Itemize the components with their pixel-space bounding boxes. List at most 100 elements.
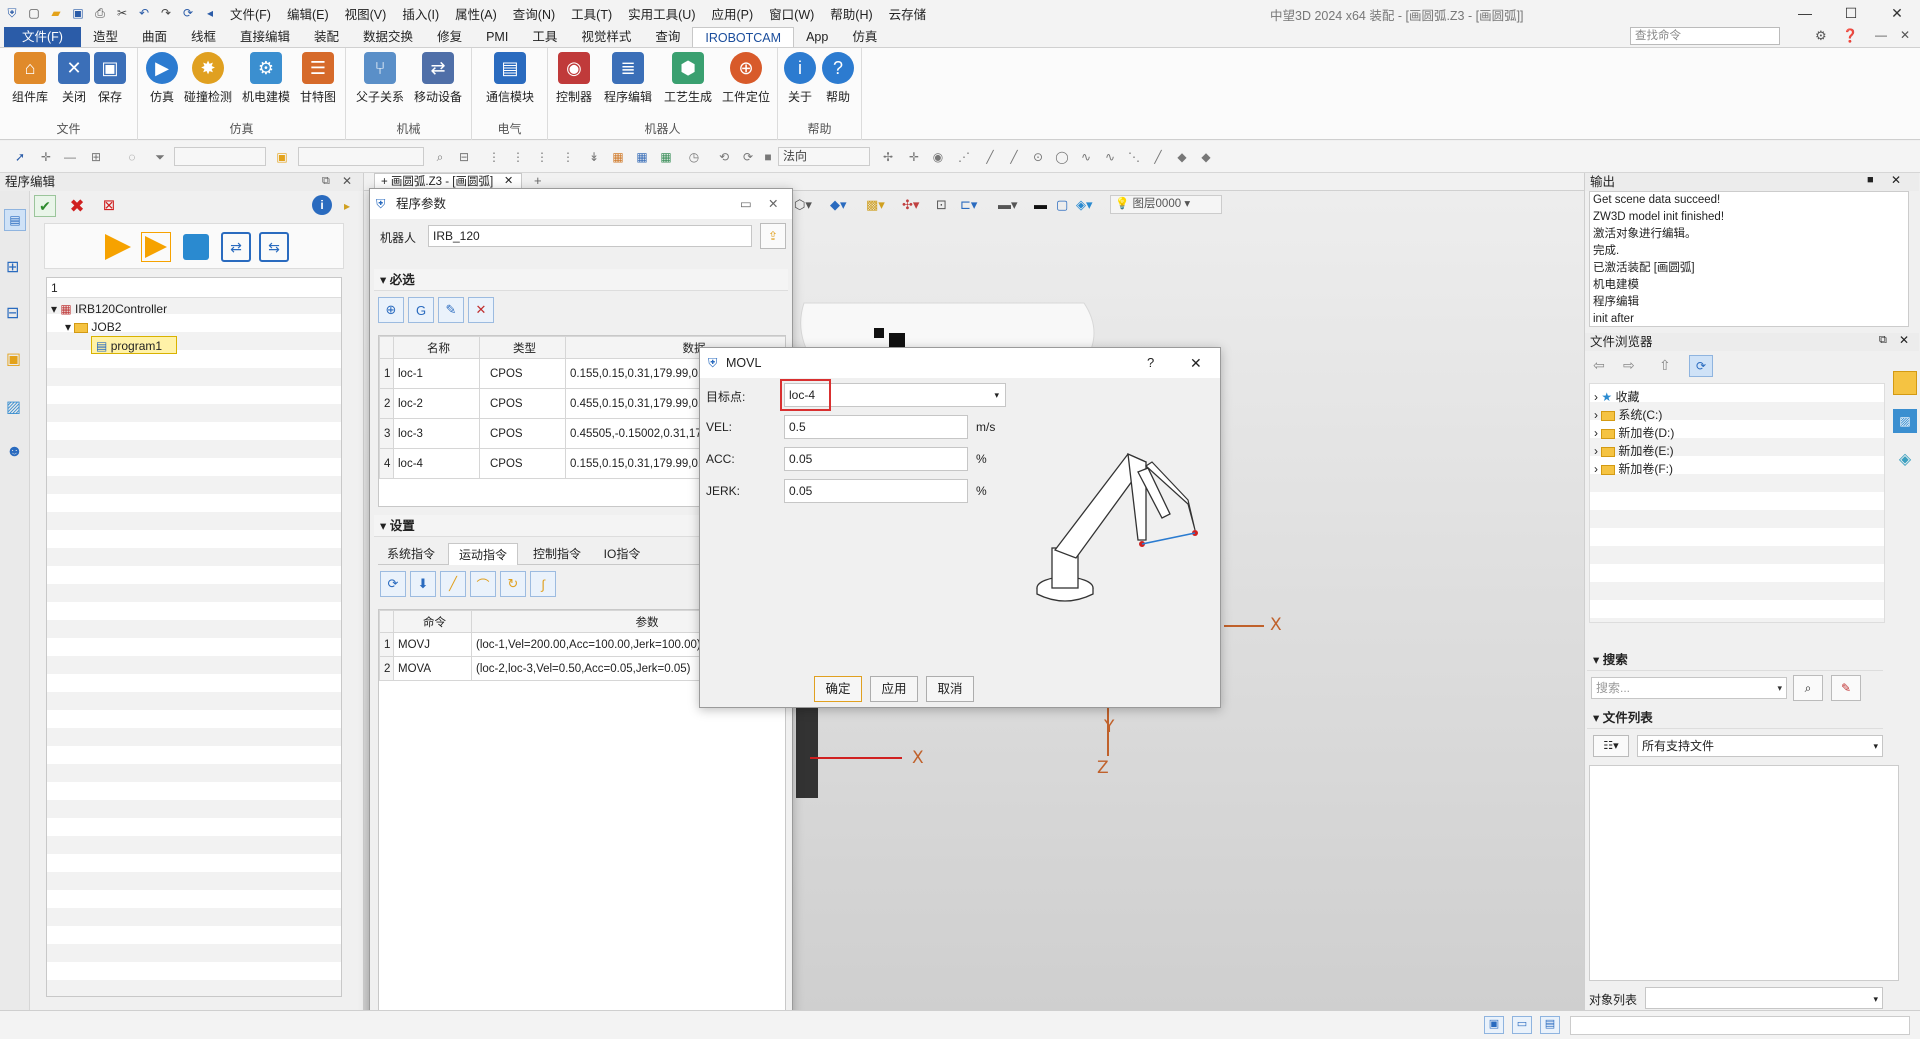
direction-combo[interactable]: 法向 (778, 147, 870, 166)
ribbon-tab[interactable]: 数据交换 (351, 27, 425, 47)
collision-detect-button[interactable]: ✸ 碰撞检测 (180, 52, 236, 105)
drive-item[interactable]: › 系统(C:) (1594, 406, 1662, 424)
export-icon[interactable]: ▸ (340, 195, 354, 217)
nav-refresh-icon[interactable]: ⟳ (1689, 355, 1713, 377)
close-icon[interactable]: ✕ (1874, 0, 1920, 26)
ribbon-tab[interactable]: 文件(F) (4, 27, 81, 47)
help-icon[interactable]: ❓ (1842, 28, 1858, 44)
tool-icon-15[interactable]: ⋰ (956, 149, 972, 165)
stop-run-icon[interactable] (183, 234, 209, 260)
undo-icon[interactable]: ↶ (134, 3, 154, 23)
refresh-icon[interactable]: ⟳ (178, 3, 198, 23)
tool-icon-22[interactable]: ⋱ (1126, 149, 1142, 165)
expand-arrow-icon[interactable]: › (1594, 426, 1601, 440)
nav-back-icon[interactable]: ⇦ (1593, 357, 1605, 374)
expand-arrow-icon[interactable]: › (1594, 408, 1601, 422)
view-cube-icon[interactable]: ⬡▾ (794, 197, 812, 213)
tool-icon-25[interactable]: ◆ (1198, 149, 1214, 165)
lock-icon[interactable]: ⊟ (456, 149, 472, 165)
select-icon[interactable]: ➚ (12, 149, 28, 165)
expand-arrow-icon[interactable]: › (1594, 462, 1601, 476)
tool-icon-13[interactable]: ✛ (906, 149, 922, 165)
tree-item-controller[interactable]: ▾ ▦ IRB120Controller (51, 300, 167, 318)
tool-icon-2[interactable]: ⋮ (510, 149, 526, 165)
status-icon-1[interactable]: ▣ (1484, 1016, 1504, 1034)
run-icon[interactable] (105, 234, 131, 260)
tool-icon-20[interactable]: ∿ (1078, 149, 1094, 165)
controller-button[interactable]: ◉ 控制器 (550, 52, 598, 105)
ribbon-close-icon[interactable]: ✕ (1900, 28, 1910, 42)
tool-icon-12[interactable]: ✢ (880, 149, 896, 165)
cancel-button[interactable]: 取消 (926, 676, 974, 702)
menu-item[interactable]: 工具(T) (571, 4, 612, 23)
filter-combo-2[interactable] (298, 147, 424, 166)
save-button[interactable]: ▣ 保存 (88, 52, 132, 105)
component-library-button[interactable]: ⌂ 组件库 (8, 52, 52, 105)
tool-icon-18[interactable]: ⊙ (1030, 149, 1046, 165)
spline-icon[interactable]: ∫ (530, 571, 556, 597)
filter-icon[interactable]: ⊞ (88, 149, 104, 165)
tool-icon-23[interactable]: ╱ (1150, 149, 1166, 165)
instruction-tab[interactable]: 运动指令 (448, 543, 518, 565)
network-icon[interactable]: ⊟ (6, 303, 19, 323)
menu-item[interactable]: 应用(P) (711, 4, 753, 23)
instruction-tab[interactable]: 系统指令 (378, 543, 444, 565)
float-icon[interactable]: ⧉ (322, 175, 330, 188)
minus-icon[interactable]: — (62, 149, 78, 165)
menu-item[interactable]: 查询(N) (513, 4, 555, 23)
instruction-tab[interactable]: IO指令 (596, 543, 648, 565)
tool-icon-6[interactable]: ▦ (610, 149, 626, 165)
process-generate-button[interactable]: ⬢ 工艺生成 (660, 52, 716, 105)
about-button[interactable]: i 关于 (780, 52, 820, 105)
open-folder-icon[interactable]: ▰ (46, 3, 66, 23)
ribbon-tab[interactable]: App (794, 27, 840, 47)
info-icon[interactable]: i (312, 195, 332, 215)
program-list-icon[interactable]: ▤ (4, 209, 26, 231)
ribbon-tab[interactable]: 装配 (302, 27, 351, 47)
ribbon-tab[interactable]: 视觉样式 (569, 27, 643, 47)
file-list-header[interactable]: ▾ 文件列表 (1587, 707, 1883, 729)
menu-item[interactable]: 实用工具(U) (628, 4, 695, 23)
output-pin-icon[interactable]: ■ (1867, 174, 1874, 186)
new-file-icon[interactable]: ▢ (24, 3, 44, 23)
acc-input[interactable]: 0.05 (784, 447, 968, 471)
tool-icon-3[interactable]: ⋮ (534, 149, 550, 165)
movea-icon[interactable]: ↻ (500, 571, 526, 597)
nav-forward-icon[interactable]: ⇨ (1623, 357, 1635, 374)
layers-side-icon[interactable]: ◈ (1893, 449, 1917, 469)
close-dialog-icon[interactable]: ✕ (768, 189, 778, 219)
zoom-icon[interactable]: ⌕ (432, 149, 448, 165)
tool-icon-7[interactable]: ▦ (634, 149, 650, 165)
vel-input[interactable]: 0.5 (784, 415, 968, 439)
ok-button[interactable]: 确定 (814, 676, 862, 702)
tool-icon-17[interactable]: ╱ (1006, 149, 1022, 165)
tool-icon-19[interactable]: ◯ (1054, 149, 1070, 165)
step-into-icon[interactable]: ⇄ (221, 232, 251, 262)
movl-help-button[interactable]: ? (1147, 348, 1154, 378)
ribbon-tab[interactable]: 线框 (179, 27, 228, 47)
drive-item[interactable]: › 新加卷(E:) (1594, 442, 1674, 460)
filter-combo[interactable] (174, 147, 266, 166)
ribbon-min-icon[interactable]: — (1875, 28, 1887, 42)
expand-arrow-icon[interactable]: › (1594, 444, 1601, 458)
step-run-icon[interactable] (141, 232, 171, 262)
render-icon[interactable]: ▩▾ (866, 197, 885, 213)
robot-field[interactable]: IRB_120 (428, 225, 752, 247)
favorites-item[interactable]: › ★ 收藏 (1594, 388, 1639, 406)
delete-point-icon[interactable]: ✕ (468, 297, 494, 323)
file-search-input[interactable]: 搜索... ▾ (1591, 677, 1787, 699)
panel-close-icon[interactable]: ✕ (342, 174, 352, 188)
instruction-tab[interactable]: 控制指令 (522, 543, 592, 565)
pick-icon[interactable]: ◌ (124, 149, 140, 165)
menu-item[interactable]: 文件(F) (230, 4, 271, 23)
menu-item[interactable]: 编辑(E) (287, 4, 329, 23)
tool-icon-1[interactable]: ⋮ (486, 149, 502, 165)
tool-icon-5[interactable]: ↡ (586, 149, 602, 165)
folder-side-icon[interactable] (1893, 371, 1917, 395)
mechatronic-model-button[interactable]: ⚙ 机电建模 (238, 52, 294, 105)
output-close-icon[interactable]: ✕ (1891, 173, 1901, 187)
drive-item[interactable]: › 新加卷(D:) (1594, 424, 1674, 442)
axis-icon[interactable]: ✣▾ (902, 197, 919, 213)
ribbon-tab[interactable]: 曲面 (130, 27, 179, 47)
hierarchy-icon[interactable]: ⊞ (6, 257, 19, 277)
